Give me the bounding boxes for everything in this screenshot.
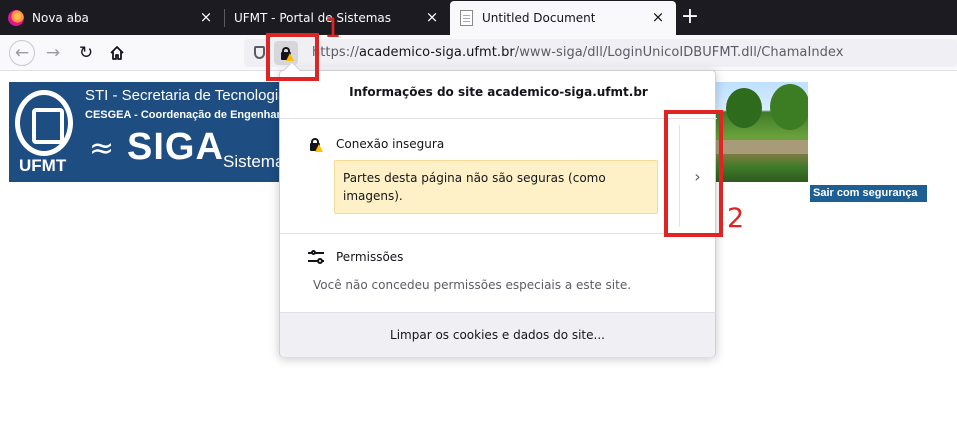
home-button[interactable]	[104, 40, 130, 66]
url-text[interactable]: https://academico-siga.ufmt.br/www-siga/…	[312, 45, 843, 60]
tab-title: Nova aba	[32, 10, 89, 25]
reload-button[interactable]: ↻	[73, 40, 99, 66]
ufmt-logo	[15, 90, 73, 156]
siga-header-banner: UFMT STI - Secretaria de Tecnologia d CE…	[9, 82, 279, 182]
logout-button[interactable]: Sair com segurança	[810, 185, 927, 202]
url-path: /www-siga/dll/LoginUnicoIDBUFMT.dll/Cham…	[514, 45, 844, 60]
insecure-lock-icon	[310, 138, 323, 152]
firefox-icon	[8, 9, 24, 26]
clear-cookies-button[interactable]: Limpar os cookies e dados do site...	[280, 313, 715, 357]
connection-title: Conexão insegura	[336, 137, 445, 151]
navigation-bar: ← → ↻ https://academico-siga.ufmt.br/www…	[0, 35, 957, 71]
arrow-left-icon: ←	[14, 43, 30, 63]
connection-section: Conexão insegura Partes desta página não…	[280, 119, 717, 233]
close-tab-icon[interactable]: ×	[650, 8, 666, 26]
tab-title: UFMT - Portal de Sistemas	[234, 10, 392, 25]
tab-nova-aba[interactable]: Nova aba ×	[0, 0, 224, 35]
address-bar[interactable]: https://academico-siga.ufmt.br/www-siga/…	[244, 39, 957, 67]
permissions-section: Permissões Você não concedeu permissões …	[280, 234, 717, 312]
browser-window: Nova aba × UFMT - Portal de Sistemas × U…	[0, 0, 957, 429]
annotation-number-1: 1	[324, 13, 342, 44]
annotation-box-2	[664, 110, 723, 237]
permissions-description: Você não concedeu permissões especiais a…	[313, 278, 632, 292]
popup-header: Informações do site academico-siga.ufmt.…	[349, 85, 648, 99]
siga-logo-text: SIGA	[127, 126, 224, 168]
url-prefix: https://	[312, 45, 359, 60]
arrow-right-icon: →	[45, 43, 61, 63]
annotation-number-2: 2	[727, 203, 745, 234]
sistema-label: Sistema	[223, 152, 279, 171]
close-tab-icon[interactable]: ×	[198, 8, 214, 26]
close-tab-icon[interactable]: ×	[424, 8, 440, 26]
ufmt-label: UFMT	[19, 156, 67, 175]
tab-title: Untitled Document	[482, 11, 596, 25]
home-icon	[110, 46, 124, 60]
reload-icon: ↻	[78, 43, 94, 63]
document-icon	[460, 10, 473, 26]
annotation-box-1	[266, 33, 319, 81]
back-button[interactable]: ←	[9, 40, 35, 66]
tab-strip: Nova aba × UFMT - Portal de Sistemas × U…	[0, 0, 957, 35]
campus-photo	[716, 82, 808, 182]
site-info-popup: Informações do site academico-siga.ufmt.…	[279, 61, 717, 357]
permissions-title: Permissões	[336, 250, 404, 264]
tab-untitled-document[interactable]: Untitled Document ×	[450, 1, 676, 35]
new-tab-button[interactable]: +	[678, 6, 702, 30]
cesgea-heading: CESGEA - Coordenação de Engenharia	[85, 109, 279, 121]
forward-button[interactable]: →	[40, 40, 66, 66]
permissions-sliders-icon	[308, 250, 324, 264]
sti-heading: STI - Secretaria de Tecnologia d	[85, 87, 279, 104]
siga-logo-icon: ≈	[89, 131, 115, 166]
insecure-warning-box: Partes desta página não são seguras (com…	[334, 160, 658, 214]
tracking-protection-shield-icon[interactable]	[254, 46, 265, 59]
url-domain: academico-siga.ufmt.br	[359, 45, 515, 60]
